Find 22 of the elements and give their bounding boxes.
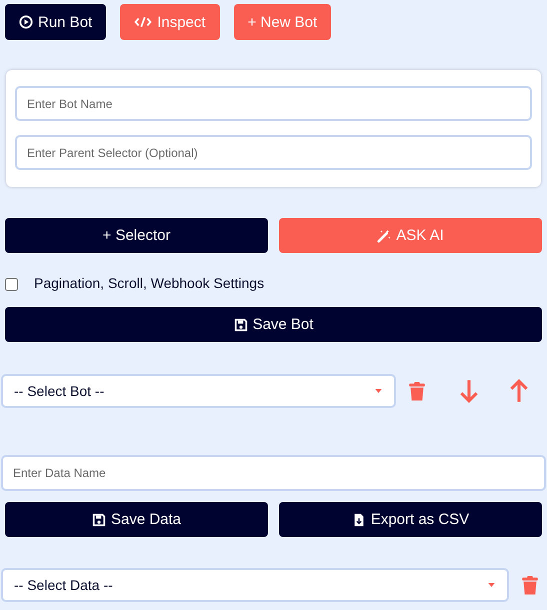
bot-select[interactable]: -- Select Bot -- — [1, 374, 396, 408]
file-download-icon — [352, 512, 366, 526]
parent-selector-field[interactable]: Enter Parent Selector (Optional) — [15, 135, 532, 170]
settings-checkbox[interactable] — [5, 278, 18, 291]
dropdown-caret-icon — [488, 583, 495, 587]
arrow-up-icon[interactable] — [508, 379, 530, 403]
save-bot-button[interactable]: Save Bot — [5, 307, 542, 342]
arrow-down-icon[interactable] — [458, 379, 480, 403]
data-button[interactable]: Save Data — [5, 502, 268, 537]
play-icon — [19, 15, 33, 29]
data-select[interactable]: -- Select Data -- — [1, 568, 509, 602]
trash-icon[interactable] — [408, 380, 426, 402]
action-button[interactable]: + Selector — [5, 218, 268, 253]
trash-icon[interactable] — [521, 574, 539, 596]
magic-wand-icon — [377, 228, 392, 242]
data-button[interactable]: Export as CSV — [279, 502, 542, 537]
toolbar-button[interactable]: Run Bot — [5, 4, 106, 40]
code-icon — [134, 15, 152, 29]
bot-name-field[interactable]: Enter Bot Name — [15, 86, 532, 121]
data-name-field[interactable]: Enter Data Name — [1, 455, 546, 491]
settings-label: Pagination, Scroll, Webhook Settings — [34, 274, 264, 290]
dropdown-caret-icon — [375, 389, 382, 393]
